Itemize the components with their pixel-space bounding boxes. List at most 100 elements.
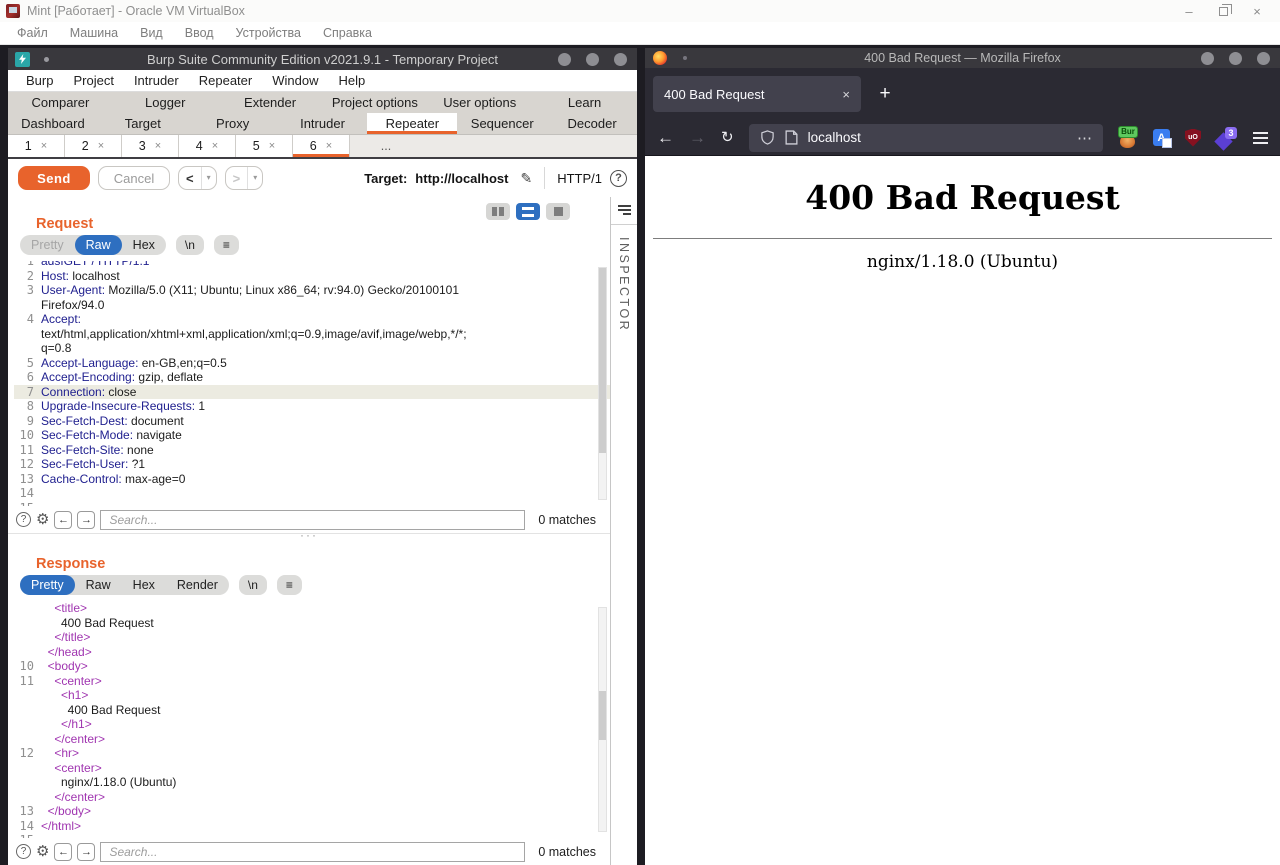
repeater-tab-5[interactable]: 5× xyxy=(236,135,293,157)
firefox-titlebar[interactable]: 400 Bad Request — Mozilla Firefox xyxy=(645,48,1280,68)
tool-tab-intruder[interactable]: Intruder xyxy=(278,113,368,134)
window-control-button[interactable] xyxy=(1229,52,1242,65)
host-menu-item-3[interactable]: Вид xyxy=(129,22,174,45)
tool-tab-learn[interactable]: Learn xyxy=(532,92,637,113)
burp-menu-burp[interactable]: Burp xyxy=(16,70,63,92)
next-match-button[interactable]: → xyxy=(77,511,95,529)
window-control-button[interactable] xyxy=(1201,52,1214,65)
caret-down-icon[interactable]: ▾ xyxy=(201,167,216,189)
repeater-tab-4[interactable]: 4× xyxy=(179,135,236,157)
tool-tab-proxy[interactable]: Proxy xyxy=(188,113,278,134)
burp-titlebar[interactable]: Burp Suite Community Edition v2021.9.1 -… xyxy=(8,48,637,70)
help-icon[interactable]: ? xyxy=(16,512,31,527)
inspector-sidebar[interactable]: INSPECTOR xyxy=(610,197,637,865)
burp-menu-window[interactable]: Window xyxy=(262,70,328,92)
tool-tab-repeater[interactable]: Repeater xyxy=(367,113,457,134)
burp-menu-intruder[interactable]: Intruder xyxy=(124,70,189,92)
previous-match-button[interactable]: ← xyxy=(54,843,72,861)
new-tab-button[interactable]: + xyxy=(869,78,901,110)
burp-menu-repeater[interactable]: Repeater xyxy=(189,70,262,92)
rows-layout-button[interactable] xyxy=(516,203,540,220)
tab-pretty[interactable]: Pretty xyxy=(20,235,75,255)
tab-render[interactable]: Render xyxy=(166,575,229,595)
response-search-input[interactable] xyxy=(100,842,525,862)
scrollbar-thumb[interactable] xyxy=(599,268,606,453)
repeater-tab-1[interactable]: 1× xyxy=(8,135,65,157)
previous-request-button[interactable]: < ▾ xyxy=(178,166,217,190)
scrollbar-thumb[interactable] xyxy=(599,691,606,740)
next-request-button[interactable]: > ▾ xyxy=(225,166,264,190)
containers-extension-icon[interactable]: 3 xyxy=(1216,127,1238,149)
tool-tab-comparer[interactable]: Comparer xyxy=(8,92,113,113)
host-menu-item-6[interactable]: Справка xyxy=(312,22,383,45)
url-bar[interactable]: localhost ⋯ xyxy=(749,124,1103,152)
tool-tab-decoder[interactable]: Decoder xyxy=(547,113,637,134)
close-tab-icon[interactable]: × xyxy=(212,140,218,152)
tool-tab-logger[interactable]: Logger xyxy=(113,92,218,113)
inspector-toggle-icon[interactable] xyxy=(618,205,631,215)
tool-tab-dashboard[interactable]: Dashboard xyxy=(8,113,98,134)
response-editor[interactable]: <title> 400 Bad Request </title> </head>… xyxy=(8,601,610,838)
host-menu-item-5[interactable]: Устройства xyxy=(225,22,312,45)
editor-menu-button[interactable]: ≡ xyxy=(277,575,302,595)
newline-toggle-button[interactable]: \n xyxy=(176,235,204,255)
http-version-selector[interactable]: HTTP/1 xyxy=(557,171,602,186)
host-menu-item-2[interactable]: Машина xyxy=(59,22,129,45)
previous-match-button[interactable]: ← xyxy=(54,511,72,529)
repeater-tab-overflow[interactable]: ... xyxy=(350,135,422,157)
editor-menu-button[interactable]: ≡ xyxy=(214,235,239,255)
tool-tab-user-options[interactable]: User options xyxy=(427,92,532,113)
proxy-extension-icon[interactable]: Bur xyxy=(1118,128,1138,148)
host-menu-item-4[interactable]: Ввод xyxy=(174,22,225,45)
tab-raw[interactable]: Raw xyxy=(75,575,122,595)
close-tab-icon[interactable]: × xyxy=(98,140,104,152)
page-actions-icon[interactable]: ⋯ xyxy=(1077,129,1092,147)
cancel-button[interactable]: Cancel xyxy=(98,166,170,190)
send-button[interactable]: Send xyxy=(18,166,90,190)
reload-button[interactable]: ↻ xyxy=(721,130,734,145)
tab-hex[interactable]: Hex xyxy=(122,235,166,255)
page-info-icon[interactable] xyxy=(785,130,798,145)
forward-button[interactable]: → xyxy=(689,129,706,146)
edit-target-icon[interactable]: ✎ xyxy=(520,170,532,187)
panel-splitter[interactable]: ··· xyxy=(8,533,610,543)
shield-icon[interactable] xyxy=(760,130,775,145)
inspector-label[interactable]: INSPECTOR xyxy=(617,237,631,332)
tool-tab-target[interactable]: Target xyxy=(98,113,188,134)
tab-pretty[interactable]: Pretty xyxy=(20,575,75,595)
help-icon[interactable]: ? xyxy=(16,844,31,859)
next-match-button[interactable]: → xyxy=(77,843,95,861)
gear-icon[interactable]: ⚙ xyxy=(36,512,49,527)
splitter-handle-icon[interactable]: ··· xyxy=(300,528,318,542)
close-tab-icon[interactable]: × xyxy=(842,87,850,102)
close-tab-icon[interactable]: × xyxy=(269,140,275,152)
close-tab-icon[interactable]: × xyxy=(155,140,161,152)
request-editor[interactable]: 1adsfGET / HTTP/1.12Host: localhost3User… xyxy=(8,261,610,506)
single-layout-button[interactable] xyxy=(546,203,570,220)
menu-icon[interactable] xyxy=(1253,132,1268,144)
url-text[interactable]: localhost xyxy=(808,130,1067,145)
tool-tab-project-options[interactable]: Project options xyxy=(322,92,427,113)
window-control-button[interactable] xyxy=(586,53,599,66)
response-scrollbar[interactable] xyxy=(598,607,607,832)
request-search-input[interactable] xyxy=(100,510,525,530)
burp-menu-help[interactable]: Help xyxy=(328,70,375,92)
tab-raw[interactable]: Raw xyxy=(75,235,122,255)
repeater-tab-6[interactable]: 6× xyxy=(293,135,350,157)
tab-hex[interactable]: Hex xyxy=(122,575,166,595)
help-icon[interactable]: ? xyxy=(610,170,627,187)
restore-button[interactable] xyxy=(1206,0,1240,22)
window-control-button[interactable] xyxy=(1257,52,1270,65)
close-tab-icon[interactable]: × xyxy=(326,140,332,152)
repeater-tab-2[interactable]: 2× xyxy=(65,135,122,157)
repeater-tab-3[interactable]: 3× xyxy=(122,135,179,157)
request-scrollbar[interactable] xyxy=(598,267,607,500)
host-menu-item-1[interactable]: Файл xyxy=(6,22,59,45)
close-button[interactable]: × xyxy=(1240,0,1274,22)
translate-extension-icon[interactable]: A xyxy=(1153,129,1170,146)
minimize-button[interactable]: – xyxy=(1172,0,1206,22)
columns-layout-button[interactable] xyxy=(486,203,510,220)
ublock-extension-icon[interactable]: uO xyxy=(1185,129,1201,147)
window-control-button[interactable] xyxy=(614,53,627,66)
newline-toggle-button[interactable]: \n xyxy=(239,575,267,595)
